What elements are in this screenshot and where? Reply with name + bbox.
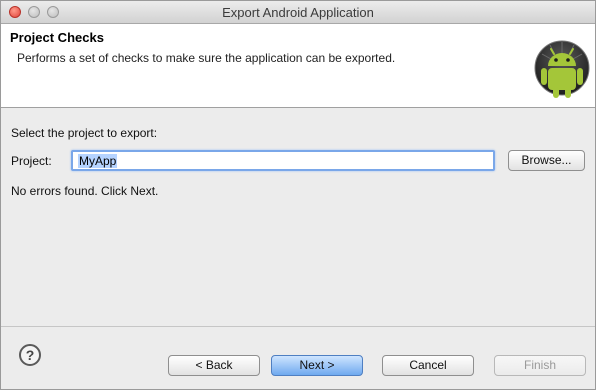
export-dialog-window: Export Android Application Project Check… bbox=[0, 0, 596, 390]
android-logo-icon bbox=[534, 32, 590, 102]
select-project-label: Select the project to export: bbox=[11, 126, 158, 140]
help-icon[interactable]: ? bbox=[19, 344, 41, 366]
back-button[interactable]: < Back bbox=[168, 355, 260, 376]
wizard-footer: ? < Back Next > Cancel Finish bbox=[1, 327, 595, 389]
wizard-header: Project Checks Performs a set of checks … bbox=[1, 24, 595, 108]
title-bar[interactable]: Export Android Application bbox=[1, 1, 595, 24]
page-title: Project Checks bbox=[10, 30, 104, 45]
next-button[interactable]: Next > bbox=[271, 355, 363, 376]
finish-button[interactable]: Finish bbox=[494, 355, 586, 376]
status-message: No errors found. Click Next. bbox=[11, 184, 159, 198]
project-field-value: MyApp bbox=[78, 154, 118, 168]
cancel-button[interactable]: Cancel bbox=[382, 355, 474, 376]
project-label: Project: bbox=[11, 154, 52, 168]
page-description: Performs a set of checks to make sure th… bbox=[17, 51, 396, 65]
window-title: Export Android Application bbox=[222, 5, 374, 20]
browse-button[interactable]: Browse... bbox=[508, 150, 585, 171]
project-field[interactable]: MyApp bbox=[71, 150, 495, 171]
wizard-content: Select the project to export: Project: M… bbox=[1, 108, 595, 327]
